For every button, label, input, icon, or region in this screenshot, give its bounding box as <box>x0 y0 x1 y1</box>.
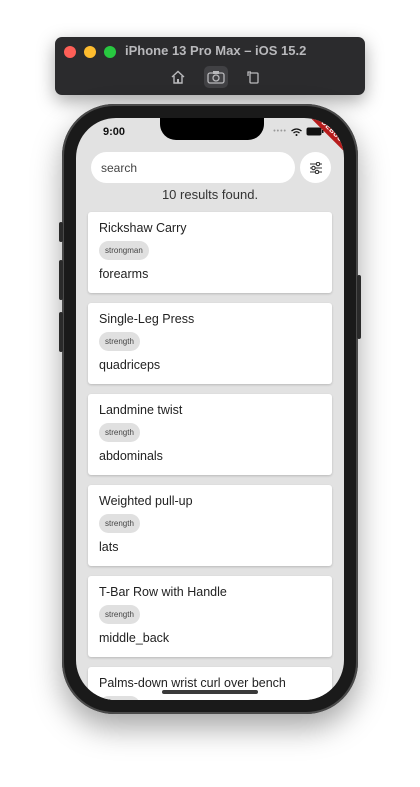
category-chip: strongman <box>99 241 149 260</box>
status-indicators: •••• <box>273 127 324 136</box>
simulator-toolbar: iPhone 13 Pro Max – iOS 15.2 <box>55 37 365 95</box>
volume-up-button <box>59 260 63 300</box>
screenshot-button[interactable] <box>204 66 228 88</box>
sliders-icon <box>309 161 322 174</box>
cellular-signal-icon: •••• <box>273 128 287 135</box>
exercise-card[interactable]: Weighted pull-up strength lats <box>88 485 332 566</box>
category-chip: strength <box>99 423 140 442</box>
exercise-name: Single-Leg Press <box>99 312 195 326</box>
home-indicator[interactable] <box>162 690 258 694</box>
home-icon <box>171 70 185 84</box>
exercise-name: Weighted pull-up <box>99 494 193 508</box>
exercise-name: Palms-down wrist curl over bench <box>99 676 286 690</box>
muscle-label: lats <box>99 540 119 554</box>
side-button <box>357 275 361 339</box>
mute-switch <box>59 222 63 242</box>
exercise-name: Rickshaw Carry <box>99 221 187 235</box>
simulator-stage: iPhone 13 Pro Max – iOS 15.2 9:00 •••• D… <box>0 0 420 787</box>
volume-down-button <box>59 312 63 352</box>
app-screen: 9:00 •••• DEBUG search 10 results found.… <box>76 118 344 700</box>
category-chip: strength <box>99 332 140 351</box>
exercise-card[interactable]: Single-Leg Press strength quadriceps <box>88 303 332 384</box>
search-bar <box>91 152 331 183</box>
results-count: 10 results found. <box>161 187 259 202</box>
exercise-card[interactable]: Rickshaw Carry strongman forearms <box>88 212 332 293</box>
minimize-window-button[interactable] <box>84 46 96 58</box>
exercise-card[interactable]: Landmine twist strength abdominals <box>88 394 332 475</box>
home-button[interactable] <box>166 66 190 88</box>
screenshot-icon <box>207 71 225 84</box>
notch <box>160 118 264 140</box>
filter-button[interactable] <box>300 152 331 183</box>
exercise-card[interactable]: Palms-down wrist curl over bench strengt… <box>88 667 332 700</box>
close-window-button[interactable] <box>64 46 76 58</box>
category-chip: strength <box>99 605 140 624</box>
muscle-label: quadriceps <box>99 358 161 372</box>
exercise-name: Landmine twist <box>99 403 183 417</box>
search-input[interactable] <box>91 152 295 183</box>
rotate-button[interactable] <box>241 66 265 88</box>
muscle-label: middle_back <box>99 631 170 645</box>
exercise-card[interactable]: T-Bar Row with Handle strength middle_ba… <box>88 576 332 657</box>
category-chip: strength <box>99 696 140 700</box>
muscle-label: forearms <box>99 267 149 281</box>
category-chip: strength <box>99 514 140 533</box>
zoom-window-button[interactable] <box>104 46 116 58</box>
exercise-name: T-Bar Row with Handle <box>99 585 227 599</box>
wifi-icon <box>291 127 302 136</box>
muscle-label: abdominals <box>99 449 163 463</box>
simulator-title: iPhone 13 Pro Max – iOS 15.2 <box>125 43 307 58</box>
rotate-icon <box>247 71 259 84</box>
status-time: 9:00 <box>103 126 126 138</box>
